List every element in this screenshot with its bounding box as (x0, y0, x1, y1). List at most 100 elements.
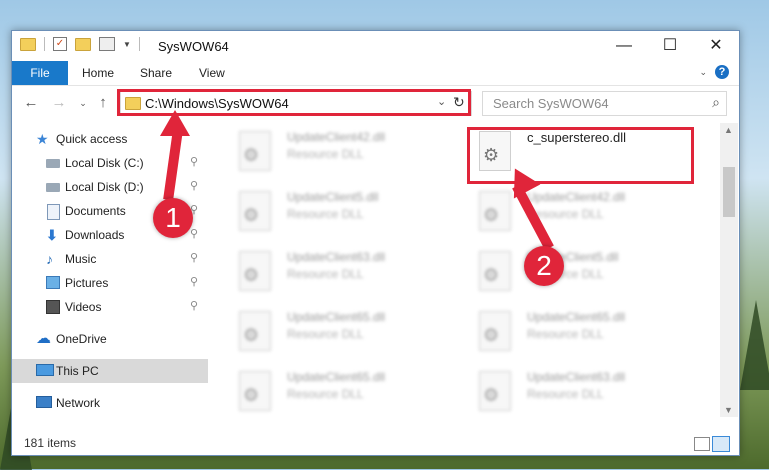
maximize-button[interactable]: ☐ (647, 31, 693, 61)
search-input[interactable]: Search SysWOW64 (493, 96, 609, 111)
file-type: Resource DLL (527, 387, 604, 401)
dll-file-icon: ⚙ (479, 191, 511, 231)
ribbon-right-controls: ⌄ ? (699, 65, 729, 79)
dll-file-icon: ⚙ (239, 131, 271, 171)
file-item[interactable]: ⚙ UpdateClient65.dll Resource DLL (229, 367, 455, 417)
file-name: UpdateClient65.dll (527, 310, 626, 324)
file-item[interactable]: ⚙ UpdateClient5.dll Resource DLL (469, 247, 695, 301)
file-name: UpdateClient65.dll (287, 370, 386, 384)
sidebar-item-label: Local Disk (C:) (65, 156, 144, 170)
file-name: UpdateClient65.dll (287, 310, 386, 324)
minimize-button[interactable]: — (601, 31, 647, 61)
new-folder-icon[interactable] (75, 37, 91, 51)
dll-file-icon: ⚙ (239, 311, 271, 351)
pin-icon[interactable]: ⚲ (190, 155, 198, 168)
sidebar-item-network[interactable]: Network (12, 391, 208, 415)
sidebar-item-label: Network (56, 396, 101, 410)
computer-icon (36, 364, 54, 376)
dll-file-icon: ⚙ (239, 251, 271, 291)
file-type: Resource DLL (287, 147, 364, 161)
search-icon[interactable]: ⌕ (712, 94, 720, 111)
scrollbar-thumb[interactable] (723, 167, 735, 217)
close-button[interactable]: ✕ (693, 31, 739, 61)
file-item[interactable]: ⚙ UpdateClient65.dll Resource DLL (469, 307, 695, 361)
dll-file-icon: ⚙ (479, 371, 511, 411)
file-item[interactable]: ⚙ UpdateClient65.dll Resource DLL (229, 307, 455, 361)
large-icons-view-icon[interactable] (712, 436, 730, 452)
expand-ribbon-icon[interactable]: ⌄ (699, 67, 707, 78)
pin-icon[interactable]: ⚲ (190, 227, 198, 240)
drive-icon (46, 183, 60, 192)
sidebar-item-label: Pictures (65, 276, 109, 290)
file-type: Resource DLL (287, 327, 364, 341)
sidebar-item-label: This PC (56, 364, 99, 378)
file-item[interactable]: ⚙ UpdateClient5.dll Resource DLL (229, 187, 455, 241)
folder-icon[interactable] (20, 37, 36, 51)
arrow-head-1-icon (160, 110, 190, 136)
file-name: UpdateClient5.dll (287, 190, 379, 204)
dll-file-icon: ⚙ (479, 251, 511, 291)
file-type: Resource DLL (287, 387, 364, 401)
sidebar-item-label: Documents (65, 204, 126, 218)
scroll-up-icon[interactable]: ▲ (724, 125, 733, 135)
tab-share[interactable]: Share (140, 61, 172, 85)
step-badge-1: 1 (153, 198, 193, 238)
item-count: 181 items (24, 436, 77, 450)
step-badge-2: 2 (524, 246, 564, 286)
pin-icon[interactable]: ⚲ (190, 251, 198, 264)
customize-icon[interactable] (99, 37, 115, 51)
sidebar-item-onedrive[interactable]: ☁ OneDrive (12, 327, 208, 351)
title-bar: ✓ ▼ SysWOW64 — ☐ ✕ (12, 31, 739, 61)
dll-file-icon: ⚙ (239, 191, 271, 231)
download-icon: ⬇ (46, 227, 58, 243)
quick-access-toolbar: ✓ ▼ (20, 37, 148, 51)
file-type: Resource DLL (527, 327, 604, 341)
back-arrow-icon[interactable]: ← (20, 92, 42, 114)
properties-check-icon[interactable]: ✓ (53, 37, 67, 51)
sidebar-item-label: Quick access (56, 132, 128, 146)
file-item[interactable]: ⚙ UpdateClient63.dll Resource DLL (469, 367, 695, 417)
window-title: SysWOW64 (158, 39, 229, 54)
sidebar-item-this-pc[interactable]: This PC (12, 359, 208, 383)
sidebar-item-music[interactable]: ♪ Music ⚲ (12, 247, 208, 271)
up-arrow-icon[interactable]: ↑ (92, 92, 114, 114)
file-name: UpdateClient42.dll (287, 130, 386, 144)
details-view-icon[interactable] (694, 437, 710, 451)
pin-icon[interactable]: ⚲ (190, 275, 198, 288)
recent-locations-chevron-icon[interactable]: ⌄ (72, 92, 94, 114)
sidebar-item-label: Local Disk (D:) (65, 180, 144, 194)
file-item[interactable]: ⚙ UpdateClient42.dll Resource DLL (229, 127, 455, 181)
toolbar-separator (44, 37, 45, 51)
documents-icon (47, 204, 60, 220)
tab-file[interactable]: File (12, 61, 68, 85)
file-name: UpdateClient63.dll (287, 250, 386, 264)
sidebar-item-label: Videos (65, 300, 102, 314)
file-item[interactable]: ⚙ UpdateClient63.dll Resource DLL (229, 247, 455, 301)
videos-icon (46, 300, 60, 314)
vertical-scrollbar[interactable]: ▲ ▼ (720, 123, 738, 417)
ribbon-tabs: File Home Share View ⌄ ? (12, 61, 739, 86)
chevron-down-icon[interactable]: ▼ (123, 40, 131, 49)
sidebar-item-local-disk-d[interactable]: Local Disk (D:) ⚲ (12, 175, 208, 199)
navigation-pane: ★ Quick access Local Disk (C:) ⚲ Local D… (12, 123, 208, 417)
drive-icon (46, 159, 60, 168)
file-name: UpdateClient63.dll (527, 370, 626, 384)
dll-file-icon: ⚙ (479, 311, 511, 351)
file-item[interactable]: ⚙ UpdateClient42.dll Resource DLL (469, 187, 695, 241)
music-icon: ♪ (46, 251, 53, 267)
background-tree (740, 300, 769, 390)
search-box[interactable]: Search SysWOW64 ⌕ (482, 91, 727, 116)
tab-view[interactable]: View (199, 61, 225, 85)
tab-home[interactable]: Home (82, 61, 114, 85)
star-icon: ★ (36, 131, 49, 147)
dll-file-icon: ⚙ (239, 371, 271, 411)
sidebar-item-pictures[interactable]: Pictures ⚲ (12, 271, 208, 295)
sidebar-item-label: OneDrive (56, 332, 107, 346)
pin-icon[interactable]: ⚲ (190, 299, 198, 312)
sidebar-item-videos[interactable]: Videos ⚲ (12, 295, 208, 319)
scroll-down-icon[interactable]: ▼ (724, 405, 733, 415)
forward-arrow-icon[interactable]: → (48, 92, 70, 114)
status-bar: 181 items (12, 431, 739, 455)
help-icon[interactable]: ? (715, 65, 729, 79)
pin-icon[interactable]: ⚲ (190, 179, 198, 192)
